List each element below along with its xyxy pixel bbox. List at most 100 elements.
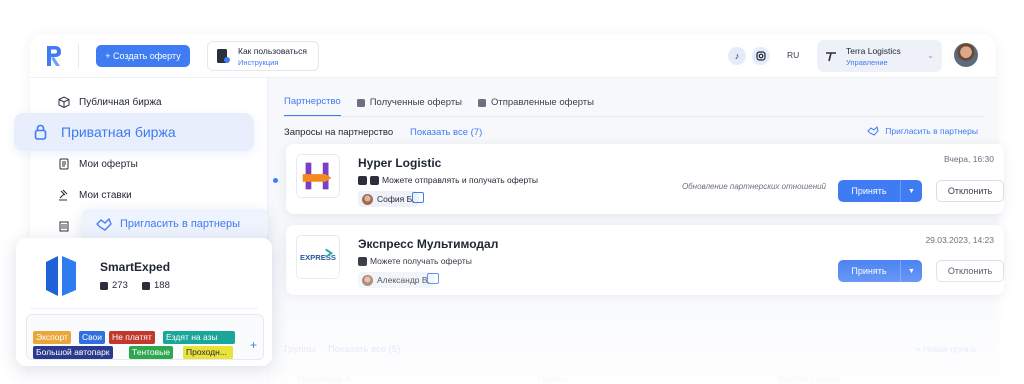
chevron-down-icon[interactable]: ▼: [900, 180, 922, 202]
sidebar-item-public-exchange[interactable]: Публичная биржа: [58, 96, 162, 108]
sent-count: 273: [100, 280, 128, 291]
howto-button[interactable]: Как пользоваться Инструкция: [207, 41, 319, 71]
accept-label: Принять: [851, 186, 887, 196]
divider: [284, 116, 984, 117]
request-date: Вчера, 16:30: [944, 154, 994, 164]
permission-label: Можете получать оферты: [370, 256, 472, 266]
handshake-icon: [867, 126, 879, 136]
tiktok-icon[interactable]: ♪: [728, 47, 746, 65]
tag[interactable]: Ездят на азы: [163, 331, 235, 344]
reject-button[interactable]: Отклонить: [936, 260, 1004, 282]
chat-icon[interactable]: [427, 273, 439, 284]
user-avatar[interactable]: [954, 43, 978, 67]
howto-subtitle: Инструкция: [238, 57, 279, 67]
reject-button[interactable]: Отклонить: [936, 180, 1004, 202]
send-icon: [358, 175, 367, 185]
groups-show-all-link[interactable]: Показать все (5): [328, 344, 400, 355]
partner-card[interactable]: SmartExped 273 188 Экспорт Свои Не платя…: [16, 238, 272, 366]
company-logo-icon: [826, 52, 836, 62]
add-tag-button[interactable]: +: [250, 338, 257, 352]
company-name: Hyper Logistic: [358, 156, 442, 170]
tab-bar: Партнерство Полученные оферты Отправленн…: [284, 96, 594, 117]
sidebar-item-private-exchange[interactable]: Приватная биржа: [14, 113, 254, 151]
accept-button[interactable]: Принять ▼: [838, 260, 922, 282]
tag[interactable]: Большой автопарк: [33, 346, 113, 359]
divider: [30, 308, 258, 309]
tab-label: Полученные оферты: [369, 97, 462, 108]
groups-title: Группы: [284, 344, 316, 355]
handshake-icon: [96, 217, 112, 231]
avatar: [362, 193, 373, 205]
requests-title: Запросы на партнерство: [284, 127, 394, 138]
group-column[interactable]: Внутри страны: [778, 374, 840, 384]
tag-editor[interactable]: Экспорт Свои Не платят Ездят на азы Боль…: [26, 314, 264, 360]
permission-text: Можете получать оферты: [358, 256, 472, 266]
tab-received-offers[interactable]: Полученные оферты: [356, 96, 462, 117]
top-bar: + Создать оферту Как пользоваться Инстру…: [30, 34, 996, 78]
user-chip[interactable]: София Б.: [358, 191, 419, 207]
company-name: Экспресс Мультимодал: [358, 237, 499, 251]
chat-icon[interactable]: [412, 192, 424, 203]
chevron-down-icon[interactable]: ▼: [900, 260, 922, 282]
receive-icon: [370, 175, 379, 185]
sidebar-item-my-bids[interactable]: Мои ставки: [58, 189, 132, 201]
sidebar-item-partners[interactable]: [58, 220, 70, 232]
sidebar-item-label: Мои оферты: [79, 158, 138, 170]
sidebar-item-label: Мои ставки: [79, 189, 132, 201]
sidebar-item-my-offers[interactable]: Мои оферты: [58, 158, 138, 170]
receive-icon: [358, 256, 367, 266]
send-icon: [100, 281, 108, 290]
sent-count-value: 273: [112, 280, 128, 291]
user-name: София Б.: [377, 194, 415, 204]
sent-icon: [478, 98, 486, 107]
screen: + Создать оферту Как пользоваться Инстру…: [0, 0, 1024, 384]
permission-text: Можете отправлять и получать оферты: [358, 175, 538, 185]
invite-partners-button[interactable]: Пригласить в партнеры: [82, 209, 268, 239]
smartexped-logo: [46, 256, 76, 296]
invite-partners-label: Пригласить в партнеры: [885, 126, 978, 136]
company-role: Управление: [846, 57, 888, 67]
lock-icon: [34, 124, 47, 140]
box-icon: [58, 96, 70, 108]
new-group-button[interactable]: + Новая группа: [916, 344, 976, 354]
company-name: Terra Logistics: [846, 45, 901, 56]
invite-partners-label: Пригласить в партнеры: [120, 218, 241, 230]
chevron-down-icon: ⌄: [927, 51, 934, 60]
building-icon: [59, 221, 69, 232]
instagram-icon[interactable]: [752, 47, 770, 65]
hyper-logistic-logo: [296, 154, 340, 198]
received-icon: [356, 98, 365, 107]
express-multimodal-logo: EXPRESS: [296, 235, 340, 279]
user-name: Александр В.: [377, 275, 430, 285]
invite-partners-link[interactable]: Пригласить в партнеры: [867, 126, 978, 136]
note-icon: [59, 158, 69, 170]
sidebar-item-label: Публичная биржа: [79, 96, 162, 108]
tag[interactable]: Тентовые: [129, 346, 174, 359]
show-all-requests-link[interactable]: Показать все (7): [410, 127, 482, 138]
document-icon: [217, 49, 230, 63]
language-selector[interactable]: RU: [787, 50, 799, 60]
user-chip[interactable]: Александр В.: [358, 272, 434, 288]
unread-dot: [273, 178, 278, 183]
tag[interactable]: Не платят: [109, 331, 155, 344]
tab-sent-offers[interactable]: Отправленные оферты: [478, 96, 594, 117]
private-exchange-label: Приватная биржа: [61, 124, 176, 140]
accept-button[interactable]: Принять ▼: [838, 180, 922, 202]
accept-label: Принять: [851, 266, 887, 276]
receive-icon: [142, 281, 150, 290]
received-count: 188: [142, 280, 170, 291]
group-column[interactable]: Надежные А: [298, 374, 351, 384]
tag[interactable]: Экспорт: [33, 331, 71, 344]
company-switcher[interactable]: Terra Logistics Управление ⌄: [817, 40, 942, 72]
app-logo-icon[interactable]: [44, 44, 64, 68]
group-column[interactable]: Гессен: [538, 374, 566, 384]
request-card: Hyper Logistic Можете отправлять и получ…: [286, 144, 1004, 214]
create-offer-button[interactable]: + Создать оферту: [96, 45, 190, 67]
tab-label: Партнерство: [284, 96, 341, 107]
gavel-icon: [59, 189, 68, 201]
tag[interactable]: Свои: [79, 331, 106, 344]
request-date: 29.03.2023, 14:23: [925, 235, 994, 245]
tab-partnership[interactable]: Партнерство: [284, 96, 341, 117]
tag[interactable]: Проходн...: [183, 346, 233, 359]
request-note: Обновление партнерских отношений: [681, 182, 826, 191]
